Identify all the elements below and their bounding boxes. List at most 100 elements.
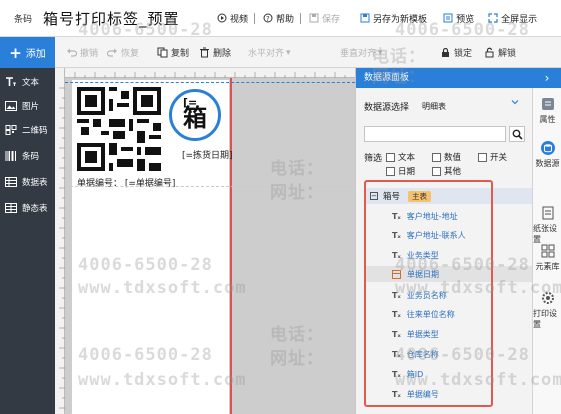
- box-number-badge[interactable]: [= 箱: [169, 89, 221, 141]
- chevron-right-icon[interactable]: ›: [537, 68, 557, 88]
- filter-other-checkbox[interactable]: 其他: [432, 165, 461, 177]
- save-icon: [309, 13, 319, 23]
- checkbox-box: [478, 152, 487, 162]
- properties-icon: [541, 98, 554, 110]
- datasource-icon: [540, 141, 555, 155]
- rail-item-element-library[interactable]: 元素库: [533, 243, 561, 272]
- pick-date-field[interactable]: [=拣货日期]: [182, 148, 233, 161]
- redo-button[interactable]: 恢复: [107, 46, 139, 59]
- filter-date-checkbox[interactable]: 日期: [386, 165, 415, 177]
- save-button[interactable]: 保存: [309, 12, 340, 25]
- sidebar-item-qrcode[interactable]: 二维码: [0, 118, 55, 142]
- text-icon: [6, 77, 16, 86]
- chevron-down-icon: ▾: [378, 47, 383, 58]
- filter-label-date: 日期: [398, 167, 416, 177]
- sidebar-item-label: 静态表: [22, 204, 48, 214]
- chevron-down-icon[interactable]: [511, 98, 519, 106]
- unlock-icon: [485, 47, 494, 58]
- rail-item-properties[interactable]: 属性: [533, 96, 561, 125]
- preview-button[interactable]: 预览: [443, 12, 474, 25]
- lock-button[interactable]: 锁定: [440, 46, 472, 59]
- toolbar: + 添加 撤销 恢复 复制 删除 水平对齐 ▾ 垂直对齐 ▾ 锁定 解锁: [0, 37, 561, 68]
- filter-label-switch: 开关: [490, 153, 508, 163]
- redo-icon: [107, 48, 117, 57]
- image-icon: [5, 101, 17, 111]
- preview-icon: [443, 13, 453, 23]
- filter-label-number: 数值: [444, 153, 462, 163]
- field-list-highlight: [364, 180, 493, 407]
- paper-edge-line: [230, 78, 232, 414]
- preview-label: 预览: [456, 14, 475, 25]
- panel-header: 数据源面板: [356, 68, 561, 88]
- field-search-input[interactable]: [364, 126, 506, 142]
- sidebar-item-image[interactable]: 图片: [0, 94, 55, 118]
- filter-number-checkbox[interactable]: 数值: [432, 151, 461, 163]
- print-settings-icon: [541, 292, 554, 304]
- design-canvas[interactable]: [= 箱 [=拣货日期] 单据编号： [=单据编号]: [55, 68, 355, 414]
- datasource-panel: 数据源面板 数据源选择 明细表 筛选 文本 数值 开关 日期 其他 − 箱号 主…: [355, 68, 561, 414]
- checkbox-box: [432, 152, 441, 162]
- sidebar-item-label: 二维码: [22, 126, 48, 136]
- rail-item-datasource[interactable]: 数据源: [533, 140, 561, 169]
- search-icon: [512, 129, 523, 140]
- add-label: 添加: [25, 49, 46, 60]
- horizontal-align-button[interactable]: 水平对齐 ▾: [248, 46, 291, 60]
- sidebar-item-label: 图片: [22, 102, 40, 112]
- rail-item-label: 纸张设置: [533, 224, 557, 244]
- title-bar: 条码 箱号打印标签_预置 视频 ? 帮助 保存 另存为新模板 预览 全屏显示: [0, 0, 561, 37]
- element-library-icon: [541, 244, 554, 258]
- fullscreen-label: 全屏显示: [501, 14, 538, 25]
- datasource-select[interactable]: 明细表: [422, 101, 446, 112]
- svg-text:?: ?: [266, 15, 270, 23]
- video-icon: [217, 13, 227, 23]
- add-button[interactable]: + 添加: [0, 37, 55, 68]
- field-marker: [=: [183, 96, 198, 109]
- save-as-template-button[interactable]: 另存为新模板: [360, 12, 427, 25]
- rail-item-label: 打印设置: [533, 309, 557, 329]
- sidebar-item-data-table[interactable]: 数据表: [0, 170, 55, 194]
- video-label: 视频: [230, 14, 249, 25]
- right-rail: 属性 数据源 纸张设置 元素库 打印设置: [532, 88, 561, 414]
- chevron-down-icon: ▾: [286, 47, 291, 58]
- document-number-field[interactable]: 单据编号： [=单据编号]: [77, 176, 175, 189]
- divider: [300, 12, 302, 24]
- delete-button[interactable]: 删除: [199, 46, 231, 59]
- sidebar-item-barcode[interactable]: 条码: [0, 144, 55, 168]
- undo-icon: [67, 48, 77, 57]
- window-title: 箱号打印标签_预置: [43, 10, 180, 28]
- static-table-icon: [5, 203, 17, 213]
- ruler-ticks: [74, 72, 346, 78]
- data-table-icon: [5, 177, 17, 187]
- undo-button[interactable]: 撤销: [66, 46, 98, 59]
- divider: [254, 12, 256, 24]
- sidebar-item-label: 条码: [22, 152, 40, 162]
- search-button[interactable]: [509, 126, 525, 142]
- copy-button[interactable]: 复制: [157, 46, 189, 59]
- vertical-align-button[interactable]: 垂直对齐 ▾: [340, 46, 383, 60]
- datasource-label: 数据源选择: [364, 103, 410, 113]
- filter-switch-checkbox[interactable]: 开关: [478, 151, 507, 163]
- fullscreen-button[interactable]: 全屏显示: [488, 12, 537, 25]
- filter-label-other: 其他: [444, 167, 462, 177]
- filter-text-checkbox[interactable]: 文本: [386, 151, 415, 163]
- element-sidebar: 文本 图片 二维码 条码 数据表 静态表: [0, 68, 55, 414]
- rail-item-print-settings[interactable]: 打印设置: [533, 290, 561, 330]
- sidebar-item-static-table[interactable]: 静态表: [0, 196, 55, 220]
- unlock-button[interactable]: 解锁: [484, 46, 516, 59]
- filter-label-text: 文本: [398, 153, 416, 163]
- help-icon: ?: [263, 13, 273, 23]
- undo-label: 撤销: [80, 49, 99, 59]
- rail-item-paper[interactable]: 纸张设置: [533, 205, 561, 245]
- ruler-ticks: [59, 87, 65, 409]
- fullscreen-icon: [488, 13, 498, 23]
- filter-label: 筛选: [364, 154, 383, 164]
- checkbox-box: [432, 166, 441, 176]
- save-as-icon: [360, 13, 370, 23]
- sidebar-item-text[interactable]: 文本: [0, 70, 55, 94]
- qrcode-element[interactable]: [77, 87, 161, 171]
- delete-icon: [200, 47, 209, 58]
- rail-item-label: 元素库: [535, 262, 560, 271]
- video-button[interactable]: 视频: [217, 12, 248, 25]
- copy-label: 复制: [171, 49, 190, 59]
- help-button[interactable]: ? 帮助: [263, 12, 294, 25]
